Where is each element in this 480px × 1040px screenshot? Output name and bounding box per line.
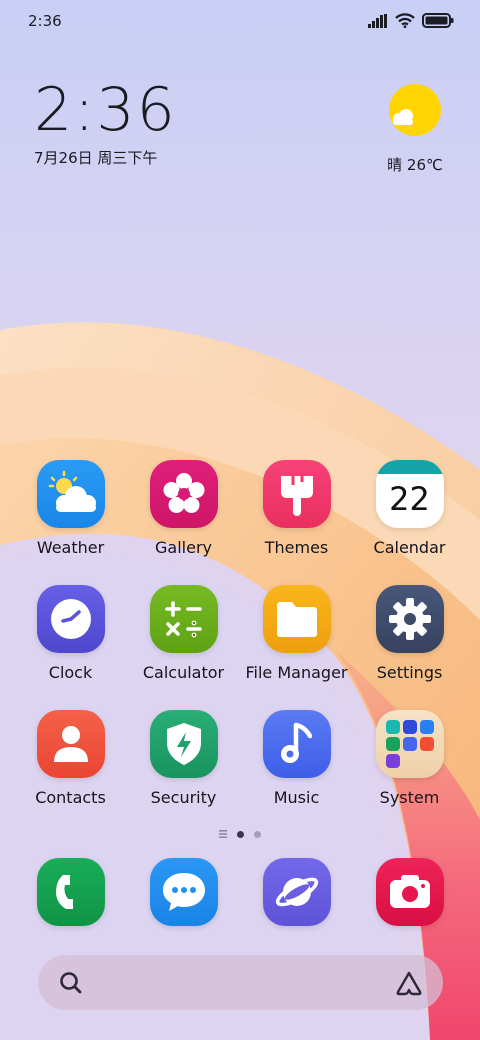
app-gallery[interactable]: Gallery xyxy=(127,460,240,585)
app-label: System xyxy=(379,788,440,807)
clock-widget[interactable]: 2:36 7月26日 周三下午 xyxy=(34,80,177,168)
home-screen: 2:36 2:36 7月26日 周三下午 晴 26℃ Weather Galle… xyxy=(0,0,480,1040)
dock-messages[interactable] xyxy=(127,858,240,926)
app-grid: Weather Gallery Themes 22 Calendar Clock… xyxy=(14,460,466,835)
calendar-day: 22 xyxy=(389,480,430,518)
camera-icon xyxy=(375,858,444,926)
app-label: Clock xyxy=(48,663,93,682)
app-row: Clock Calculator File Manager Settings xyxy=(14,585,466,710)
app-calendar[interactable]: 22 Calendar xyxy=(353,460,466,585)
brush-icon xyxy=(262,460,331,528)
weather-icon xyxy=(36,460,105,528)
app-label: Calculator xyxy=(142,663,225,682)
battery-icon xyxy=(422,13,454,28)
status-time: 2:36 xyxy=(28,12,62,30)
dock-phone[interactable] xyxy=(14,858,127,926)
folder-icon xyxy=(262,585,331,653)
page-indicator[interactable] xyxy=(0,830,480,838)
music-note-icon xyxy=(262,710,331,778)
page-dot-active xyxy=(237,830,244,838)
app-label: Settings xyxy=(376,663,443,682)
browser-icon xyxy=(262,858,331,926)
feed-lines-icon xyxy=(219,830,227,838)
gear-icon xyxy=(375,585,444,653)
app-calculator[interactable]: Calculator xyxy=(127,585,240,710)
folder-grid-icon xyxy=(375,710,444,778)
app-contacts[interactable]: Contacts xyxy=(14,710,127,835)
dock-browser[interactable] xyxy=(240,858,353,926)
app-weather[interactable]: Weather xyxy=(14,460,127,585)
app-label: Contacts xyxy=(35,788,106,807)
signal-icon xyxy=(368,13,387,28)
widget-date: 7月26日 周三下午 xyxy=(34,149,158,167)
calendar-icon: 22 xyxy=(375,460,444,528)
app-settings[interactable]: Settings xyxy=(353,585,466,710)
search-bar[interactable] xyxy=(38,955,443,1010)
app-security[interactable]: Security xyxy=(127,710,240,835)
message-icon xyxy=(149,858,218,926)
app-label: Weather xyxy=(36,538,105,557)
shield-bolt-icon xyxy=(149,710,218,778)
assistant-icon[interactable] xyxy=(395,970,423,996)
status-icons xyxy=(368,13,454,28)
search-icon xyxy=(60,972,82,994)
page-dot xyxy=(254,830,261,838)
app-label: File Manager xyxy=(245,663,348,682)
app-label: Calendar xyxy=(373,538,446,557)
clock-icon xyxy=(36,585,105,653)
app-file-manager[interactable]: File Manager xyxy=(240,585,353,710)
weather-temp: 晴 26℃ xyxy=(387,156,443,174)
app-themes[interactable]: Themes xyxy=(240,460,353,585)
flower-icon xyxy=(149,460,218,528)
dock xyxy=(14,858,466,926)
app-clock[interactable]: Clock xyxy=(14,585,127,710)
weather-widget[interactable]: 晴 26℃ xyxy=(380,84,450,175)
wifi-icon xyxy=(395,13,415,28)
app-music[interactable]: Music xyxy=(240,710,353,835)
app-label: Gallery xyxy=(155,538,212,557)
app-label: Music xyxy=(273,788,320,807)
status-bar: 2:36 xyxy=(0,0,480,44)
widget-time: 2:36 xyxy=(34,75,177,145)
app-row: Contacts Security Music System xyxy=(14,710,466,835)
phone-icon xyxy=(36,858,105,926)
app-label: Security xyxy=(150,788,217,807)
app-label: Themes xyxy=(264,538,329,557)
calculator-icon xyxy=(149,585,218,653)
app-system-folder[interactable]: System xyxy=(353,710,466,835)
app-row: Weather Gallery Themes 22 Calendar xyxy=(14,460,466,585)
sun-cloud-icon xyxy=(389,84,441,136)
dock-camera[interactable] xyxy=(353,858,466,926)
person-icon xyxy=(36,710,105,778)
